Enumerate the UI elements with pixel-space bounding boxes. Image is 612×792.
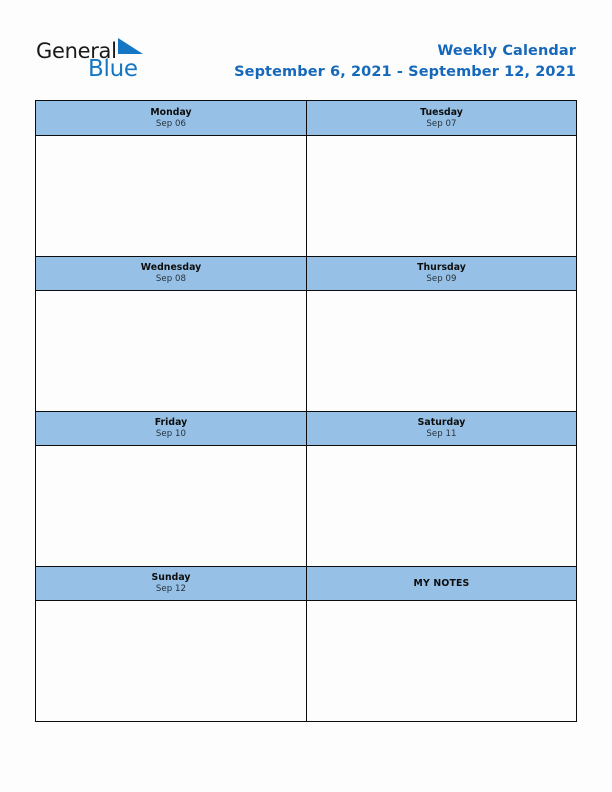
day-header-inner: Thursday Sep 09 — [307, 257, 576, 290]
date-range-subtitle: September 6, 2021 - September 12, 2021 — [234, 63, 576, 80]
day-date-label: Sep 07 — [426, 118, 457, 129]
day-header-inner: Sunday Sep 12 — [36, 567, 306, 600]
day-date-label: Sep 12 — [155, 584, 187, 594]
day-notes-area[interactable] — [36, 601, 306, 721]
day-cell-friday[interactable] — [36, 446, 306, 566]
day-header-inner: Friday Sep 10 — [36, 412, 306, 445]
notes-header-inner: MY NOTES — [307, 567, 576, 600]
day-header-tuesday: Tuesday Sep 07 — [306, 101, 576, 135]
day-cell-saturday[interactable] — [306, 446, 576, 566]
day-notes-area[interactable] — [36, 291, 306, 411]
day-date-label: Sep 08 — [155, 274, 187, 284]
day-header-inner: Wednesday Sep 08 — [36, 257, 306, 290]
day-notes-area[interactable] — [307, 136, 576, 256]
day-cell-sunday[interactable] — [36, 601, 306, 721]
brand-logo: General Blue — [36, 38, 236, 90]
body-row-3 — [36, 445, 576, 566]
header-row-4: Sunday Sep 12 MY NOTES — [36, 566, 576, 600]
notes-header: MY NOTES — [306, 567, 576, 600]
day-notes-area[interactable] — [307, 446, 576, 566]
day-date-label: Sep 11 — [426, 429, 457, 439]
day-header-inner: Saturday Sep 11 — [307, 412, 576, 445]
day-name-label: Saturday — [417, 417, 466, 429]
day-name-label: Thursday — [417, 262, 466, 274]
brand-name-blue: Blue — [88, 56, 138, 82]
day-name-label: Monday — [150, 106, 192, 118]
day-name-label: Tuesday — [420, 106, 463, 118]
body-row-4 — [36, 600, 576, 721]
notes-title-label: MY NOTES — [413, 578, 470, 589]
day-notes-area[interactable] — [307, 291, 576, 411]
body-row-1 — [36, 135, 576, 256]
day-header-thursday: Thursday Sep 09 — [306, 257, 576, 290]
header-row-2: Wednesday Sep 08 Thursday Sep 09 — [36, 256, 576, 290]
day-header-monday: Monday Sep 06 — [36, 101, 306, 135]
day-date-label: Sep 10 — [155, 429, 187, 439]
day-cell-tuesday[interactable] — [306, 136, 576, 256]
weekly-calendar-page: General Blue Weekly Calendar September 6… — [0, 0, 612, 792]
day-name-label: Wednesday — [140, 262, 202, 274]
day-header-inner: Tuesday Sep 07 — [307, 101, 576, 135]
day-header-inner: Monday Sep 06 — [36, 101, 306, 135]
notes-writing-area[interactable] — [307, 601, 576, 721]
day-cell-monday[interactable] — [36, 136, 306, 256]
page-title: Weekly Calendar — [437, 43, 576, 59]
header-row-1: Monday Sep 06 Tuesday Sep 07 — [36, 101, 576, 135]
calendar-grid: Monday Sep 06 Tuesday Sep 07 Wednesday S… — [35, 100, 577, 722]
day-date-label: Sep 09 — [426, 274, 457, 284]
day-header-sunday: Sunday Sep 12 — [36, 567, 306, 600]
day-header-wednesday: Wednesday Sep 08 — [36, 257, 306, 290]
calendar-titles: Weekly Calendar September 6, 2021 - Sept… — [234, 42, 576, 82]
day-name-label: Sunday — [151, 572, 191, 584]
day-cell-wednesday[interactable] — [36, 291, 306, 411]
header-row-3: Friday Sep 10 Saturday Sep 11 — [36, 411, 576, 445]
day-date-label: Sep 06 — [155, 118, 187, 129]
day-cell-thursday[interactable] — [306, 291, 576, 411]
day-header-friday: Friday Sep 10 — [36, 412, 306, 445]
day-notes-area[interactable] — [36, 136, 306, 256]
day-notes-area[interactable] — [36, 446, 306, 566]
day-name-label: Friday — [154, 417, 188, 429]
page-header: General Blue Weekly Calendar September 6… — [0, 0, 612, 100]
day-header-saturday: Saturday Sep 11 — [306, 412, 576, 445]
notes-cell[interactable] — [306, 601, 576, 721]
body-row-2 — [36, 290, 576, 411]
